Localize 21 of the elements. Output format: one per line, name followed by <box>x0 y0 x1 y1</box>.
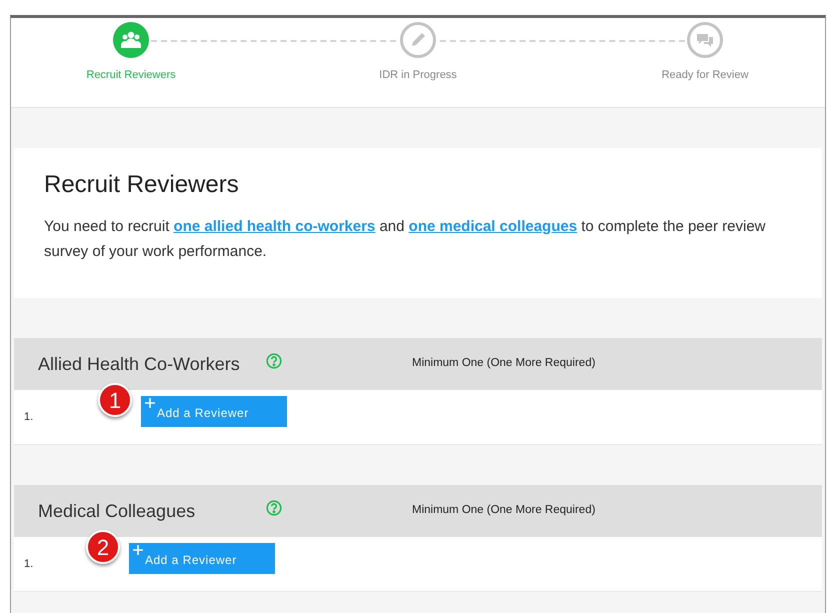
callout-badge: 1 <box>98 383 132 417</box>
section-title: Medical Colleagues <box>38 500 196 523</box>
plus-icon <box>145 398 155 408</box>
plus-icon <box>133 544 143 554</box>
requirement-text: Minimum One (One More Required) <box>412 356 596 372</box>
row-number: 1. <box>24 556 34 572</box>
callout-badge: 2 <box>86 530 120 564</box>
step-label: IDR in Progress <box>379 68 457 83</box>
help-icon[interactable] <box>266 353 282 369</box>
section-title: Allied Health Co-Workers <box>38 352 241 376</box>
help-icon[interactable] <box>266 500 282 516</box>
text-link[interactable]: one allied health co-workers <box>174 218 376 235</box>
add-reviewer-button[interactable]: Add a Reviewer <box>129 542 275 574</box>
page-heading: Recruit Reviewers <box>44 170 240 200</box>
text-link[interactable]: one medical colleagues <box>408 218 578 235</box>
step-label: Recruit Reviewers <box>86 68 176 83</box>
intro-text: You need to recruit one allied health co-workers and one medical colleagues to complete the peer review survey of your work performance. <box>44 217 766 262</box>
requirement-text: Minimum One (One More Required) <box>412 503 596 518</box>
step-label: Ready for Review <box>662 68 748 83</box>
add-reviewer-button[interactable]: Add a Reviewer <box>141 396 287 426</box>
row-number: 1. <box>24 410 34 425</box>
